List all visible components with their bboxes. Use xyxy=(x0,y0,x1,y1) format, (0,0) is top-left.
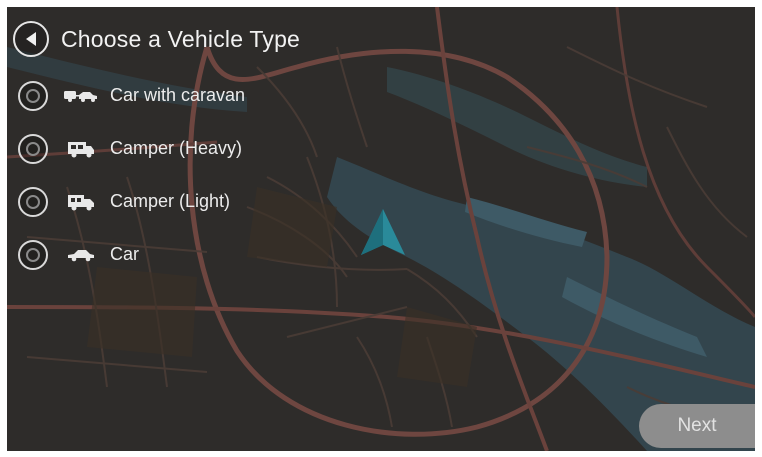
vehicle-type-list: Car with caravan Camper (Heavy) Camper (… xyxy=(18,69,378,281)
option-label: Car with caravan xyxy=(110,85,246,105)
header: Choose a Vehicle Type xyxy=(13,17,300,61)
page-title: Choose a Vehicle Type xyxy=(61,25,301,52)
car-with-caravan-icon xyxy=(64,86,98,106)
option-car-with-caravan[interactable]: Car with caravan xyxy=(18,69,378,122)
screen-frame: Choose a Vehicle Type Car with caravan C… xyxy=(7,7,755,451)
option-camper-light[interactable]: Camper (Light) xyxy=(18,175,378,228)
option-car[interactable]: Car xyxy=(18,228,378,281)
option-camper-heavy[interactable]: Camper (Heavy) xyxy=(18,122,378,175)
radio-button[interactable] xyxy=(18,239,48,270)
option-label: Car xyxy=(110,244,140,264)
option-label: Camper (Light) xyxy=(110,191,231,211)
next-button[interactable]: Next xyxy=(639,404,755,448)
radio-dot xyxy=(26,247,40,262)
back-button[interactable] xyxy=(13,21,49,57)
car-icon xyxy=(64,245,98,265)
camper-light-icon xyxy=(64,192,98,212)
camper-heavy-icon xyxy=(64,139,98,159)
radio-dot xyxy=(26,141,40,156)
radio-button[interactable] xyxy=(18,133,48,164)
radio-dot xyxy=(26,88,40,103)
radio-button[interactable] xyxy=(18,80,48,111)
back-arrow-icon xyxy=(26,32,36,46)
radio-button[interactable] xyxy=(18,186,48,217)
option-label: Camper (Heavy) xyxy=(110,138,243,158)
radio-dot xyxy=(26,194,40,209)
